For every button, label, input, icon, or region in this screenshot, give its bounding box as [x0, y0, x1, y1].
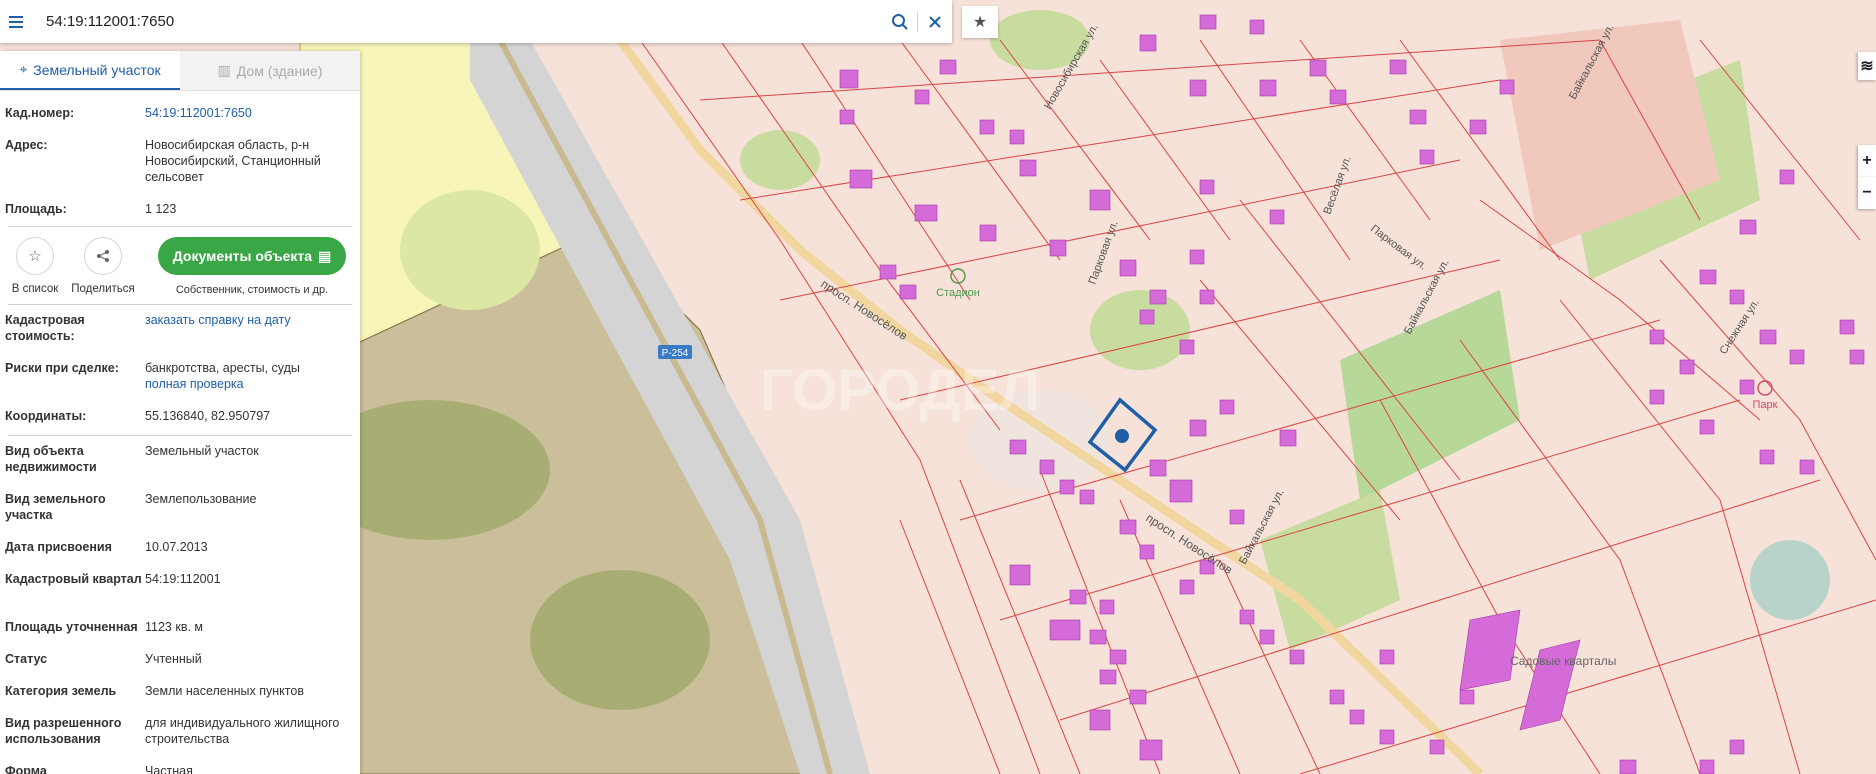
detail-key: Форма: [5, 764, 47, 774]
detail-value: Земли населенных пунктов: [145, 684, 304, 698]
full-check-link[interactable]: полная проверка: [145, 376, 345, 392]
tab-building-label: Дом (здание): [236, 62, 323, 79]
detail-row: Форма Частная: [0, 763, 360, 774]
object-documents-button[interactable]: Документы объекта ▤: [158, 237, 346, 275]
share-button[interactable]: [84, 237, 122, 275]
summary-key: Площадь:: [5, 202, 67, 216]
map-watermark: ГОРОДЕЛ: [760, 358, 1040, 423]
detail-value: 1123 кв. м: [145, 620, 204, 634]
detail-key: Дата присвоения: [5, 540, 112, 554]
row-value: банкротства, аресты, суды полная проверк…: [145, 360, 355, 408]
tab-land-plot-label: Земельный участок: [33, 61, 161, 78]
coords-value: 55.136840, 82.950797: [145, 409, 271, 423]
star-outline-icon: ☆: [28, 248, 42, 265]
detail-key: Вид разрешенного использования: [5, 716, 122, 746]
road-badge-r254: Р-254: [662, 348, 689, 359]
detail-key: Категория земель: [5, 684, 117, 698]
detail-row: Площадь уточненная 1123 кв. м: [0, 619, 360, 651]
detail-row: Кадастровый квартал 54:19:112001: [0, 571, 360, 619]
detail-row: Категория земель Земли населенных пункто…: [0, 683, 360, 715]
docs-button-label: Документы объекта: [172, 248, 313, 264]
divider: [8, 304, 352, 305]
cadastral-number-link[interactable]: 54:19:112001:7650: [145, 105, 355, 137]
search-input[interactable]: [32, 0, 883, 43]
row-coords: Координаты: 55.136840, 82.950797: [0, 408, 360, 432]
layers-icon[interactable]: ≋: [1858, 52, 1876, 80]
object-info-panel: ⌖ Земельный участок ▥ Дом (здание) Кад.н…: [0, 51, 360, 774]
divider: [8, 435, 352, 436]
share-label: Поделиться: [71, 283, 135, 295]
document-icon: ▤: [318, 247, 332, 264]
detail-row: Вид объекта недвижимости Земельный участ…: [0, 443, 360, 491]
summary-row-cadnum: Кад.номер: 54:19:112001:7650: [0, 105, 360, 137]
docs-button-subtitle: Собственник, стоимость и др.: [175, 284, 329, 296]
detail-key: Площадь уточненная: [5, 620, 138, 634]
detail-key: Вид земельного участка: [5, 492, 106, 522]
add-to-list-label: В список: [11, 283, 59, 295]
summary-row-area: Площадь: 1 123: [0, 201, 360, 221]
detail-key: Вид объекта недвижимости: [5, 444, 97, 474]
detail-value: 54:19:112001: [145, 572, 221, 586]
search-icon[interactable]: [883, 0, 917, 43]
building-icon: ▥: [217, 62, 231, 78]
zoom-out-button[interactable]: −: [1858, 177, 1876, 209]
detail-row: Дата присвоения 10.07.2013: [0, 539, 360, 571]
order-certificate-link[interactable]: заказать справку на дату: [145, 312, 355, 360]
panel-tabs: ⌖ Земельный участок ▥ Дом (здание): [0, 51, 360, 91]
detail-value: Земельный участок: [145, 444, 259, 458]
menu-icon[interactable]: [0, 0, 32, 43]
detail-row: Статус Учтенный: [0, 651, 360, 683]
poi-park-label: Парк: [1753, 399, 1778, 411]
detail-value: Частная: [145, 764, 193, 774]
detail-row: Вид разрешенного использования для индив…: [0, 715, 360, 763]
tab-land-plot[interactable]: ⌖ Земельный участок: [0, 51, 180, 90]
summary-value: Новосибирская область, р-н Новосибирский…: [145, 138, 321, 184]
location-pin-icon: ⌖: [19, 61, 28, 77]
favorite-star-icon[interactable]: ★: [962, 6, 998, 38]
tab-building[interactable]: ▥ Дом (здание): [180, 51, 360, 90]
summary-key: Кад.номер:: [5, 106, 75, 120]
search-bar: [0, 0, 952, 43]
detail-value: Землепользование: [145, 492, 257, 506]
summary-key: Адрес:: [5, 138, 48, 152]
row-cadastral-cost: Кадастровая стоимость: заказать справку …: [0, 312, 360, 360]
detail-value: Учтенный: [145, 652, 202, 666]
detail-row: Вид земельного участка Землепользование: [0, 491, 360, 539]
summary-value: 1 123: [145, 202, 177, 216]
summary-block: Кад.номер: 54:19:112001:7650 Адрес: Ново…: [0, 105, 360, 221]
detail-key: Статус: [5, 652, 48, 666]
detail-key: Кадастровый квартал: [5, 572, 142, 586]
detail-value: 10.07.2013: [145, 540, 208, 554]
detail-value: для индивидуального жилищного строительс…: [145, 716, 340, 746]
details-block: Вид объекта недвижимости Земельный участ…: [0, 443, 360, 774]
info-block: Кадастровая стоимость: заказать справку …: [0, 312, 360, 432]
add-to-list-button[interactable]: ☆: [16, 237, 54, 275]
row-key: Риски при сделке:: [5, 361, 119, 375]
row-risks: Риски при сделке: банкротства, аресты, с…: [0, 360, 360, 408]
row-key: Кадастровая стоимость:: [5, 313, 85, 343]
row-key: Координаты:: [5, 409, 87, 423]
share-icon: [97, 250, 109, 262]
actions-bar: ☆ В список Поделиться Документы объекта …: [0, 233, 360, 297]
summary-row-address: Адрес: Новосибирская область, р-н Новоси…: [0, 137, 360, 201]
poi-stadium-label: Стадион: [936, 287, 980, 299]
divider: [8, 226, 352, 227]
zoom-in-button[interactable]: +: [1858, 145, 1876, 177]
poi-sadovye-label: Садовые кварталы: [1510, 654, 1616, 668]
risks-text: банкротства, аресты, суды: [145, 361, 300, 375]
clear-search-icon[interactable]: [918, 0, 952, 43]
